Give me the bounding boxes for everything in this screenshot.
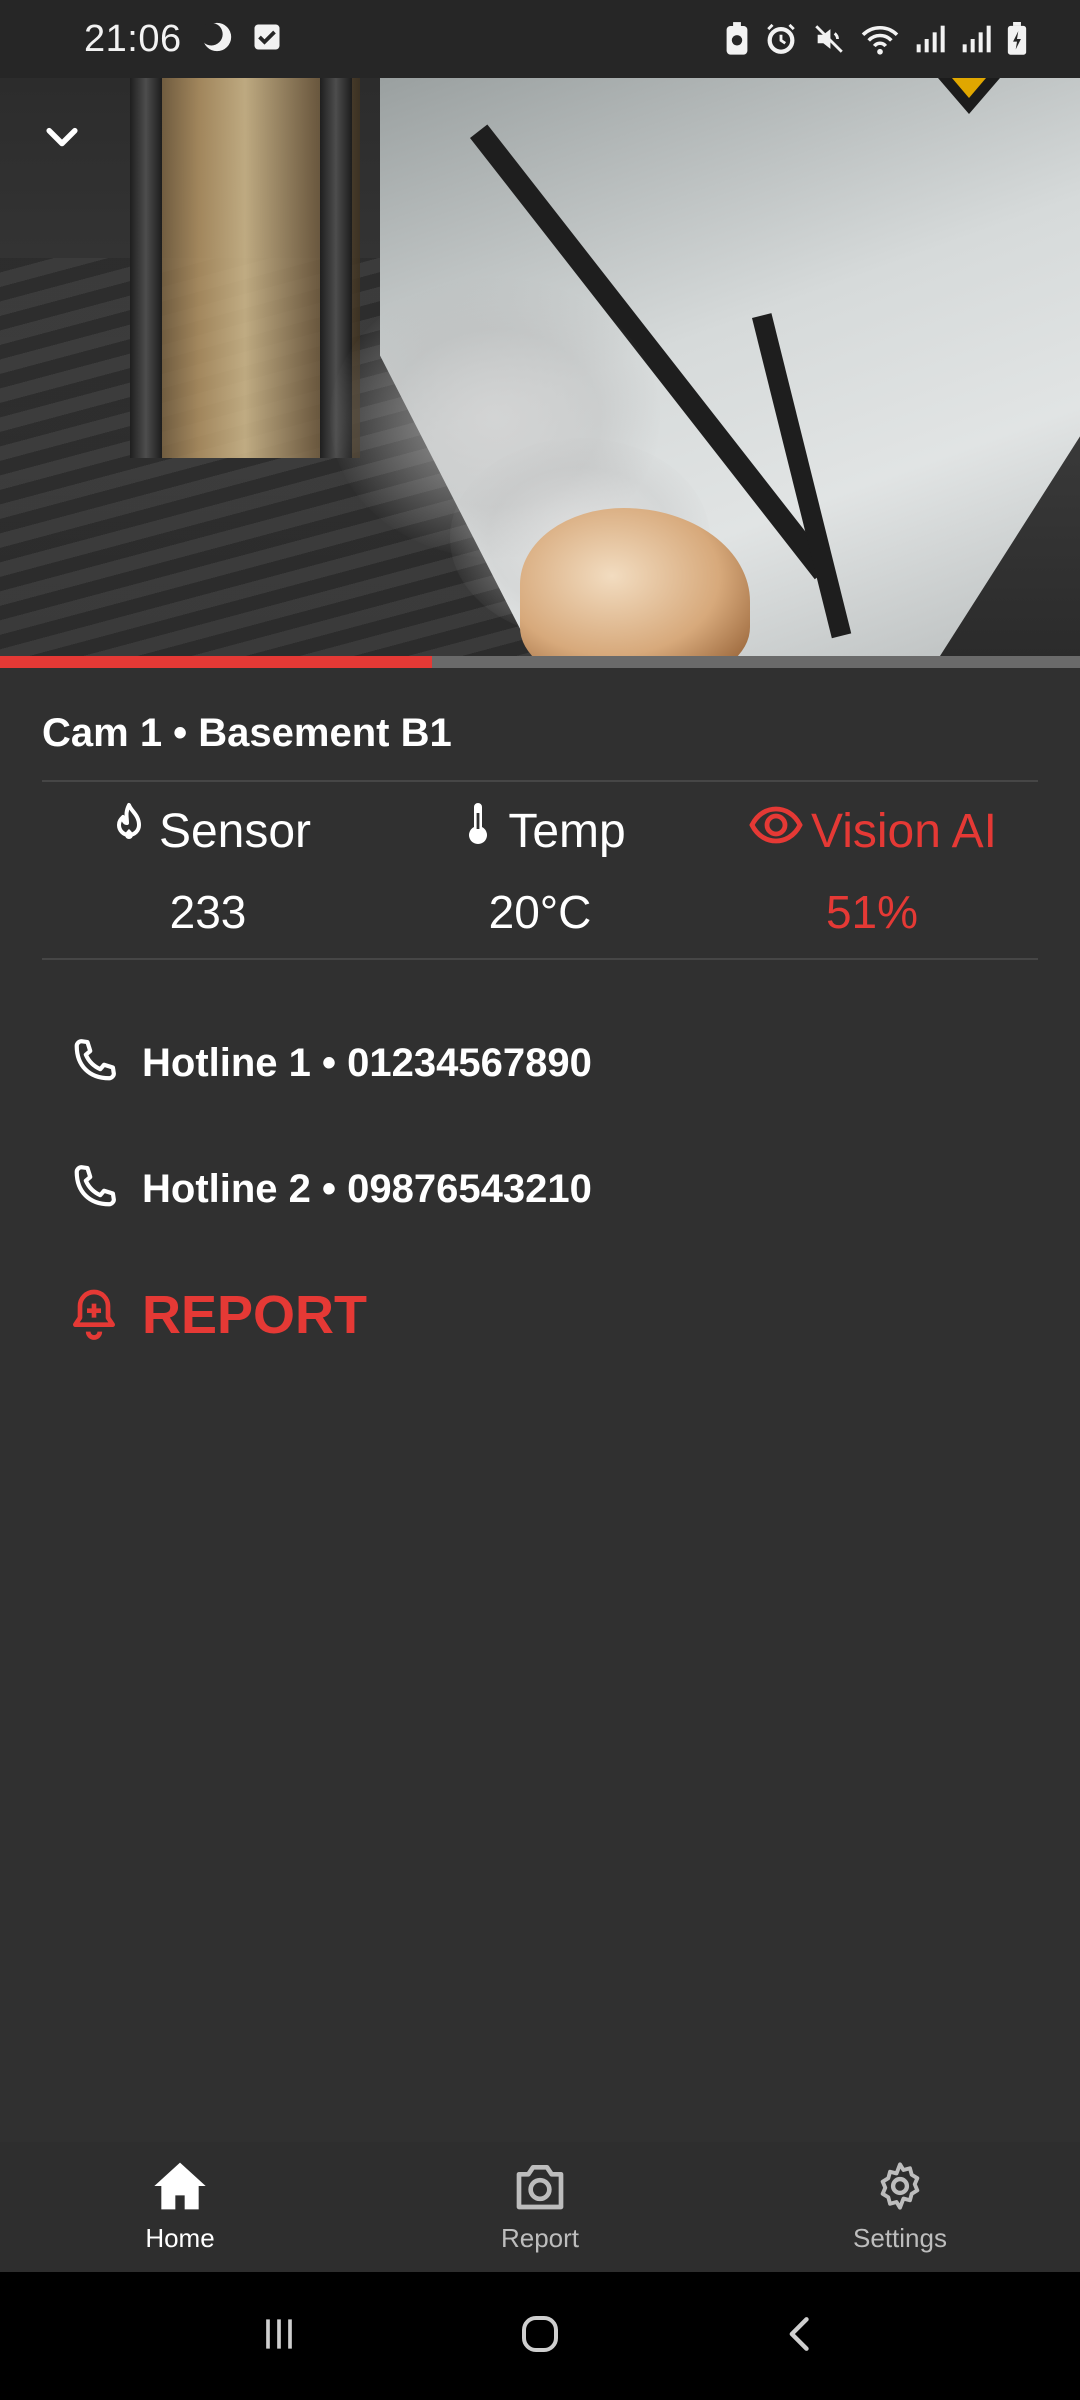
hotline-1-label: Hotline 1 • 01234567890 [142, 1040, 592, 1085]
nav-report-label: Report [500, 2223, 580, 2253]
metric-sensor-label: Sensor [158, 804, 312, 858]
recent-apps-button[interactable] [257, 2312, 301, 2361]
metric-sensor: Sensor 233 [42, 782, 374, 958]
do-not-disturb-moon-icon [199, 20, 234, 59]
nav-settings-label: Settings [853, 2223, 947, 2253]
status-right [724, 22, 1028, 56]
signal-sim1-icon [914, 23, 946, 55]
hotline-2-label: Hotline 2 • 09876543210 [142, 1166, 592, 1211]
metric-vision-ai-label: Vision AI [811, 804, 997, 858]
bottom-navigation: Home Report Settings [0, 2142, 1080, 2272]
metric-sensor-value: 233 [169, 886, 247, 938]
home-button[interactable] [516, 2310, 564, 2363]
phone-icon [66, 1033, 122, 1094]
hotline-1-button[interactable]: Hotline 1 • 01234567890 [66, 1000, 592, 1126]
video-progress-fill [0, 656, 432, 668]
metric-vision-ai: Vision AI 51% [706, 782, 1038, 958]
back-button[interactable] [779, 2312, 823, 2361]
mute-icon [812, 22, 846, 56]
metric-vision-ai-value: 51% [825, 886, 919, 938]
divider [42, 958, 1038, 960]
task-checkbox-icon [252, 22, 282, 57]
collapse-button[interactable] [34, 112, 90, 168]
wifi-icon [860, 22, 900, 56]
camera-info: Cam 1 • Basement B1 Sensor 233 Temp 20°C [42, 668, 1038, 960]
video-progress-bar[interactable] [0, 656, 1080, 668]
video-scene-post [130, 78, 162, 458]
camera-video-feed[interactable] [0, 78, 1080, 656]
flame-icon [105, 801, 153, 861]
gear-icon [872, 2160, 928, 2217]
battery-saver-icon [724, 22, 750, 56]
nav-settings[interactable]: Settings [720, 2142, 1080, 2272]
camera-icon [512, 2160, 568, 2217]
metric-temp-label: Temp [508, 804, 626, 858]
system-navigation-bar [0, 2272, 1080, 2400]
phone-icon [66, 1159, 122, 1220]
hotline-2-button[interactable]: Hotline 2 • 09876543210 [66, 1126, 592, 1252]
status-time: 21:06 [84, 17, 182, 60]
status-left: 21:06 [84, 18, 282, 61]
nav-report[interactable]: Report [360, 2142, 720, 2272]
metric-temp: Temp 20°C [374, 782, 706, 958]
chevron-down-icon [40, 116, 84, 165]
eye-icon [747, 801, 805, 861]
signal-sim2-icon [960, 23, 992, 55]
battery-charging-icon [1006, 22, 1028, 56]
thermometer-icon [454, 801, 502, 861]
metrics-row: Sensor 233 Temp 20°C Vision AI 51% [42, 782, 1038, 958]
home-icon [152, 2160, 208, 2217]
nav-home-label: Home [145, 2223, 215, 2253]
actions-list: Hotline 1 • 01234567890 Hotline 2 • 0987… [66, 1000, 592, 1378]
report-label: REPORT [142, 1285, 368, 1345]
nav-home[interactable]: Home [0, 2142, 360, 2272]
status-bar: 21:06 [0, 0, 1080, 78]
metric-temp-value: 20°C [488, 886, 592, 938]
alarm-icon [764, 22, 798, 56]
alarm-bell-add-icon [66, 1285, 122, 1346]
report-button[interactable]: REPORT [66, 1252, 592, 1378]
camera-title: Cam 1 • Basement B1 [42, 711, 452, 755]
